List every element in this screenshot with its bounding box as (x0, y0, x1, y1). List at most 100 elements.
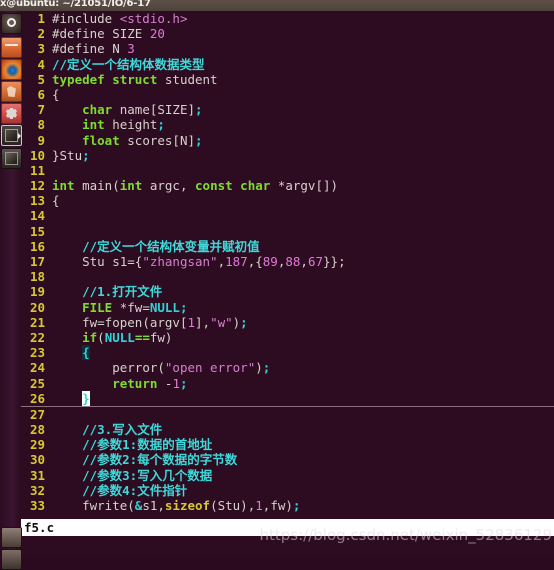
code-line: 11 (21, 163, 554, 178)
line-content: if(NULL==fw) (82, 329, 173, 345)
firefox-icon[interactable] (1, 59, 22, 80)
line-number: 18 (29, 269, 45, 285)
line-number: 25 (29, 375, 45, 391)
line-number: 24 (29, 360, 45, 376)
code-line: 6{ (21, 87, 554, 102)
line-number: 15 (29, 223, 45, 239)
line-content: return -1; (112, 375, 188, 391)
line-content: perror("open error"); (112, 360, 271, 376)
line-number: 22 (29, 329, 45, 345)
line-content: //参数1:数据的首地址 (52, 437, 213, 453)
code-line: 1 #include <stdio.h> (21, 11, 554, 26)
line-number: 10 (29, 147, 45, 163)
settings-icon[interactable] (1, 103, 22, 124)
line-number: 13 (29, 193, 45, 209)
line-number: 29 (29, 437, 45, 453)
show-desktop-icon[interactable] (1, 549, 22, 570)
code-line: 16 //定义一个结构体变量并赋初值 (21, 239, 554, 254)
code-line: 20 FILE *fw=NULL; (21, 300, 554, 315)
code-line: 4 //定义一个结构体数据类型 (21, 57, 554, 72)
line-number: 8 (37, 117, 45, 133)
text-cursor: } (82, 390, 90, 406)
terminal-window[interactable]: 1 #include <stdio.h> 2 #define SIZE 20 3 #d… (21, 11, 554, 556)
line-number: 5 (37, 71, 45, 87)
line-number: 4 (37, 56, 45, 72)
code-line: 9 float scores[N]; (21, 133, 554, 148)
matching-brace-open: { (82, 345, 90, 361)
line-number: 26 (29, 390, 45, 406)
line-number: 19 (29, 284, 45, 300)
line-number: 7 (37, 102, 45, 118)
code-line: 19 //1.打开文件 (21, 284, 554, 299)
line-number: 17 (29, 254, 45, 269)
code-line: 28 //3.写入文件 (21, 422, 554, 437)
line-content: #define SIZE 20 (52, 26, 165, 42)
window-titlebar[interactable]: x@ubuntu: ~/21051/IO/6-17 (0, 0, 554, 11)
line-number: 27 (29, 406, 45, 422)
vim-status-line: f5.c (21, 519, 554, 536)
terminal-2-icon[interactable] (1, 148, 22, 169)
code-line: 12 int main(int argc, const char *argv[]) (21, 178, 554, 193)
trash-icon[interactable] (1, 527, 22, 548)
code-line: 27 (21, 407, 554, 422)
code-line: 23 { (21, 345, 554, 361)
code-line: 29 //参数1:数据的首地址 (21, 437, 554, 452)
line-content: typedef struct student (52, 71, 218, 87)
line-content: //参数2:每个数据的字节数 (52, 452, 238, 468)
line-number: 28 (29, 422, 45, 438)
ubuntu-dash-icon[interactable] (1, 13, 22, 34)
code-line: 15 (21, 224, 554, 239)
code-line: 13 { (21, 193, 554, 208)
code-line: 25 return -1; (21, 376, 554, 391)
line-content: { (52, 86, 60, 102)
code-line: 10 }Stu; (21, 148, 554, 163)
code-line: 8 int height; (21, 117, 554, 132)
line-content: }Stu; (52, 147, 90, 163)
line-content: char name[SIZE]; (82, 102, 203, 118)
line-number: 9 (37, 132, 45, 148)
line-number: 33 (29, 498, 45, 513)
line-content: //定义一个结构体变量并赋初值 (52, 238, 260, 254)
line-content: fw=fopen(argv[1],"w"); (82, 314, 248, 330)
files-icon[interactable] (1, 37, 22, 58)
line-number: 1 (37, 11, 45, 26)
line-content: Stu s1={"zhangsan",187,{89,88,67}}; (82, 254, 346, 269)
code-line: 3 #define N 3 (21, 41, 554, 56)
line-content: float scores[N]; (82, 132, 203, 148)
line-content: #include <stdio.h> (52, 11, 188, 26)
code-line-cursor: 26 } (21, 390, 554, 407)
line-content: //3.写入文件 (52, 422, 163, 438)
code-line: 24 perror("open error"); (21, 360, 554, 375)
line-number: 32 (29, 482, 45, 498)
code-line: 30 //参数2:每个数据的字节数 (21, 452, 554, 467)
line-number: 31 (29, 467, 45, 483)
software-icon[interactable] (1, 81, 22, 102)
code-line: 7 char name[SIZE]; (21, 102, 554, 117)
line-content: int main(int argc, const char *argv[]) (52, 178, 339, 194)
code-line: 21 fw=fopen(argv[1],"w"); (21, 315, 554, 330)
code-line: 31 //参数3:写入几个数据 (21, 468, 554, 483)
line-number: 23 (29, 345, 45, 361)
line-content: //1.打开文件 (52, 284, 163, 300)
unity-launcher[interactable] (0, 11, 22, 570)
line-number: 3 (37, 41, 45, 57)
line-number: 14 (29, 208, 45, 224)
vim-code-area[interactable]: 1 #include <stdio.h> 2 #define SIZE 20 3 #d… (21, 11, 554, 513)
code-line: 5 typedef struct student (21, 72, 554, 87)
code-line: 18 (21, 269, 554, 284)
line-content: { (52, 345, 90, 361)
window-title: x@ubuntu: ~/21051/IO/6-17 (0, 0, 151, 9)
line-content: //定义一个结构体数据类型 (52, 56, 205, 72)
line-content: //参数3:写入几个数据 (52, 467, 213, 483)
line-number: 21 (29, 314, 45, 330)
line-content: { (52, 193, 60, 209)
line-content: FILE *fw=NULL; (82, 299, 188, 315)
line-content: //参数4:文件指针 (52, 482, 188, 498)
code-line: 22 if(NULL==fw) (21, 330, 554, 345)
line-number: 30 (29, 452, 45, 468)
line-number: 11 (29, 162, 45, 178)
code-line: 2 #define SIZE 20 (21, 26, 554, 41)
line-content: } (52, 390, 90, 406)
code-line: 32 //参数4:文件指针 (21, 483, 554, 498)
vim-command-line[interactable] (21, 536, 554, 556)
